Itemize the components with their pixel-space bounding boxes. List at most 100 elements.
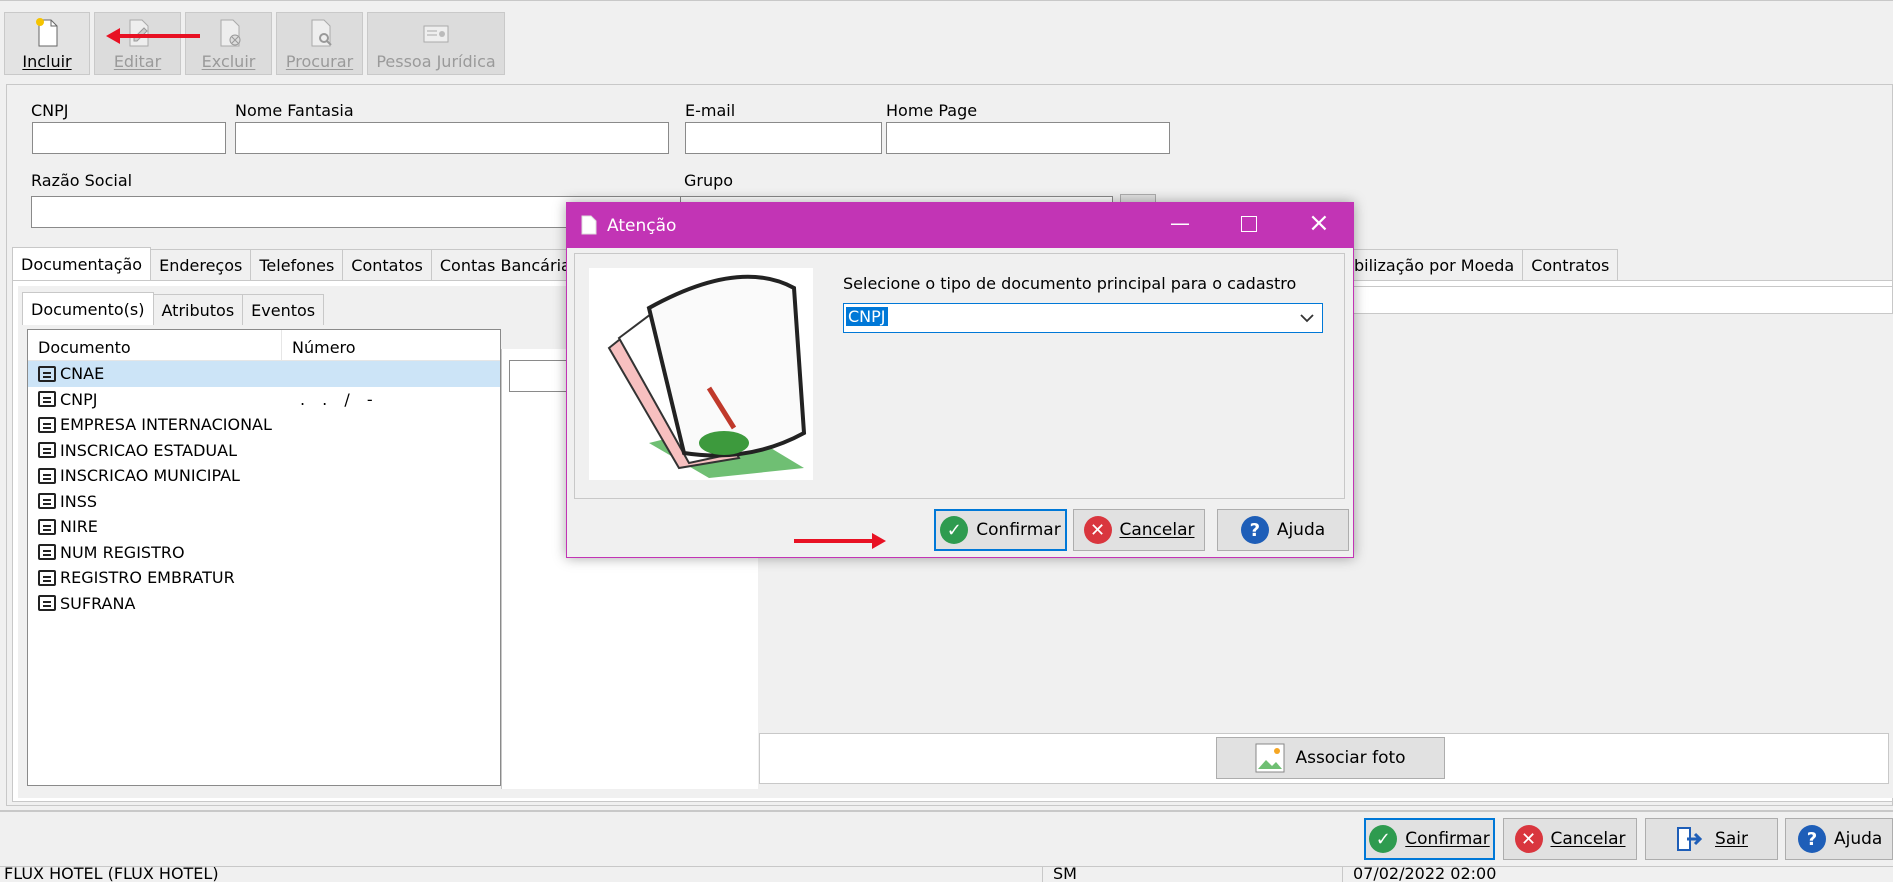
document-icon xyxy=(581,215,597,235)
column-numero[interactable]: Número xyxy=(282,330,366,360)
list-item[interactable]: NUM REGISTRO xyxy=(28,540,500,566)
document-type-value: CNPJ xyxy=(846,307,888,326)
confirmar-label: Confirmar xyxy=(1405,829,1490,849)
status-bar: FLUX HOTEL (FLUX HOTEL) SM 07/02/2022 02… xyxy=(0,866,1893,882)
tab-eventos[interactable]: Eventos xyxy=(242,294,325,325)
cnpj-field[interactable] xyxy=(32,122,226,154)
id-card-icon xyxy=(38,365,56,382)
annotation-arrow-right xyxy=(794,539,874,543)
search-document-icon xyxy=(311,19,332,47)
list-item[interactable]: INSCRICAO ESTADUAL xyxy=(28,438,500,464)
procurar-label: Procurar xyxy=(285,52,354,71)
maximize-icon[interactable] xyxy=(1241,216,1257,232)
tab-enderecos[interactable]: Endereços xyxy=(150,249,252,280)
dialog-confirmar-label: Confirmar xyxy=(976,520,1061,540)
close-icon[interactable]: × xyxy=(1308,208,1330,238)
dialog-title: Atenção xyxy=(607,216,677,236)
tab-contratos[interactable]: Contratos xyxy=(1522,249,1619,280)
cancelar-button[interactable]: ✕ Cancelar xyxy=(1503,818,1637,860)
atencao-dialog: Atenção — × Selecione o tipo de document… xyxy=(566,202,1354,558)
cancel-icon: ✕ xyxy=(1514,825,1543,853)
razao-social-label: Razão Social xyxy=(31,171,133,190)
email-label: E-mail xyxy=(685,101,736,120)
new-document-icon xyxy=(36,18,58,47)
tab-contas-bancarias[interactable]: Contas Bancárias xyxy=(430,249,589,280)
list-item[interactable]: INSCRICAO MUNICIPAL xyxy=(28,463,500,489)
procurar-button[interactable]: Procurar xyxy=(276,12,363,75)
status-datetime: 07/02/2022 02:00 xyxy=(1342,867,1496,882)
email-field[interactable] xyxy=(685,122,882,154)
tab-atributos[interactable]: Atributos xyxy=(152,294,244,325)
tab-documentacao[interactable]: Documentação xyxy=(12,247,152,280)
home-page-field[interactable] xyxy=(886,122,1170,154)
dialog-confirmar-button[interactable]: ✓ Confirmar xyxy=(934,509,1067,551)
status-user: SM xyxy=(1042,867,1077,882)
picture-icon xyxy=(1255,743,1285,773)
tab-contatos[interactable]: Contatos xyxy=(342,249,432,280)
main-tabs-right: bilização por Moeda Contratos xyxy=(1345,249,1619,280)
dialog-titlebar[interactable]: Atenção — × xyxy=(567,203,1353,248)
dialog-cancelar-label: Cancelar xyxy=(1119,520,1195,540)
separator xyxy=(0,810,1893,812)
check-icon: ✓ xyxy=(940,516,969,544)
pessoa-juridica-button[interactable]: Pessoa Jurídica xyxy=(367,12,505,75)
sub-tabs: Documento(s) Atributos Eventos xyxy=(22,292,325,325)
annotation-arrow-left xyxy=(115,34,200,38)
associar-foto-label: Associar foto xyxy=(1295,748,1406,768)
sair-button[interactable]: Sair xyxy=(1645,818,1778,860)
list-item[interactable]: REGISTRO EMBRATUR xyxy=(28,565,500,591)
document-number-field[interactable] xyxy=(509,360,569,392)
id-card-icon xyxy=(38,442,56,459)
tab-documentos[interactable]: Documento(s) xyxy=(22,292,154,325)
annotation-arrowhead-right xyxy=(872,533,886,549)
incluir-button[interactable]: Incluir xyxy=(4,12,90,75)
list-item[interactable]: NIRE xyxy=(28,514,500,540)
document-type-select[interactable]: CNPJ xyxy=(843,303,1323,333)
status-company: FLUX HOTEL (FLUX HOTEL) xyxy=(4,866,219,882)
ajuda-button[interactable]: ? Ajuda xyxy=(1785,818,1893,860)
list-item[interactable]: CNAE xyxy=(28,361,500,387)
toolbar: Incluir Editar Excluir Procurar Pessoa J… xyxy=(0,0,1893,83)
excluir-button[interactable]: Excluir xyxy=(185,12,272,75)
id-card-icon xyxy=(38,569,56,586)
id-card-icon xyxy=(38,391,56,408)
documents-list-header: Documento Número xyxy=(28,330,500,361)
nome-fantasia-label: Nome Fantasia xyxy=(235,101,354,120)
dialog-prompt: Selecione o tipo de documento principal … xyxy=(843,274,1297,293)
company-card-icon xyxy=(423,25,449,43)
chevron-down-icon xyxy=(1300,314,1314,323)
ajuda-label: Ajuda xyxy=(1834,829,1883,849)
confirmar-button[interactable]: ✓ Confirmar xyxy=(1364,818,1495,860)
cancel-icon: ✕ xyxy=(1083,516,1112,544)
associar-foto-button[interactable]: Associar foto xyxy=(1216,737,1445,779)
list-item[interactable]: CNPJ. . / - xyxy=(28,387,500,413)
annotation-arrowhead-left xyxy=(106,28,120,44)
cancelar-label: Cancelar xyxy=(1550,829,1626,849)
main-tabs: Documentação Endereços Telefones Contato… xyxy=(12,247,589,280)
list-item[interactable]: SUFRANA xyxy=(28,591,500,617)
tab-telefones[interactable]: Telefones xyxy=(250,249,344,280)
nome-fantasia-field[interactable] xyxy=(235,122,669,154)
dialog-ajuda-label: Ajuda xyxy=(1276,520,1326,540)
dialog-cancelar-button[interactable]: ✕ Cancelar xyxy=(1073,509,1205,551)
sair-label: Sair xyxy=(1715,829,1748,849)
tab-contabilizacao-moeda[interactable]: bilização por Moeda xyxy=(1345,249,1524,280)
help-icon: ? xyxy=(1240,516,1269,544)
dialog-ajuda-button[interactable]: ? Ajuda xyxy=(1217,509,1349,551)
document-pile-illustration xyxy=(589,268,813,480)
list-item[interactable]: INSS xyxy=(28,489,500,515)
edit-document-icon xyxy=(129,19,148,47)
minimize-icon[interactable]: — xyxy=(1170,211,1190,235)
id-card-icon xyxy=(38,544,56,561)
exit-icon xyxy=(1677,827,1703,851)
help-icon: ? xyxy=(1798,825,1826,853)
list-item[interactable]: EMPRESA INTERNACIONAL xyxy=(28,412,500,438)
id-card-icon xyxy=(38,518,56,535)
id-card-icon xyxy=(38,595,56,612)
excluir-label: Excluir xyxy=(201,52,256,71)
check-icon: ✓ xyxy=(1369,825,1398,853)
documents-list[interactable]: Documento Número CNAE CNPJ. . / - EMPRES… xyxy=(27,329,501,786)
id-card-icon xyxy=(38,493,56,510)
column-documento[interactable]: Documento xyxy=(28,330,282,360)
id-card-icon xyxy=(38,416,56,433)
